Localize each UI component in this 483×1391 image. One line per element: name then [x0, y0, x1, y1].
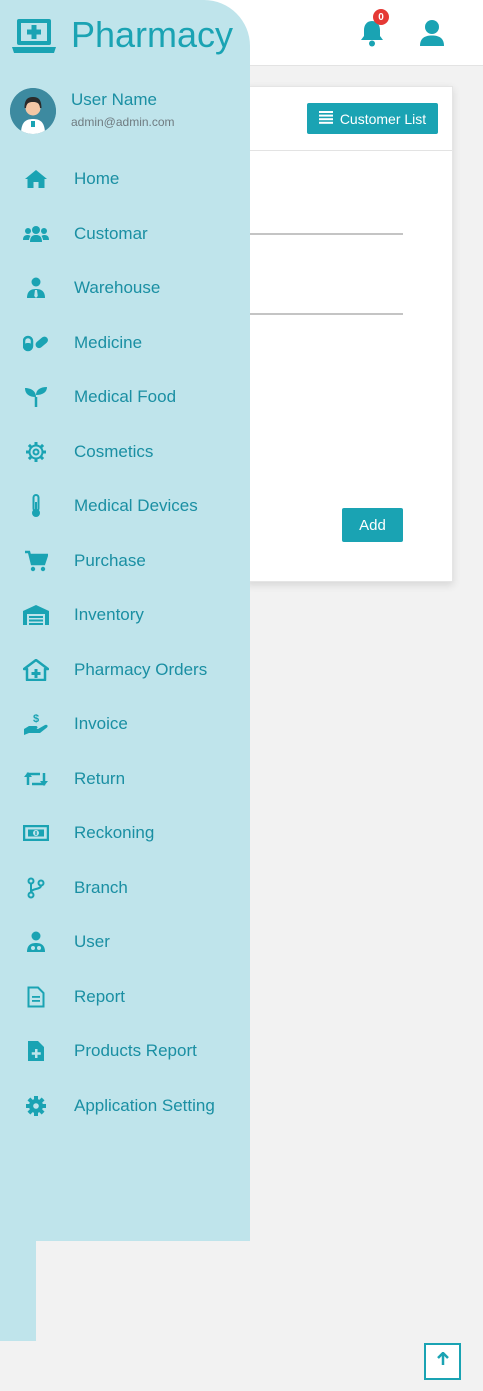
sidebar-item-invoice[interactable]: $ Invoice — [0, 697, 250, 752]
sidebar-item-label: Branch — [74, 877, 128, 897]
sidebar-item-label: Home — [74, 169, 120, 189]
sidebar-item-report[interactable]: Report — [0, 970, 250, 1025]
sidebar-extension — [0, 1241, 36, 1341]
sidebar-item-purchase[interactable]: Purchase — [0, 534, 250, 589]
sidebar-item-pharmacy-orders[interactable]: Pharmacy Orders — [0, 643, 250, 698]
sidebar-item-label: Reckoning — [74, 823, 155, 843]
sidebar-item-label: Invoice — [74, 714, 128, 734]
thermometer-icon — [23, 494, 49, 518]
notification-count-badge: 0 — [373, 9, 389, 25]
hand-dollar-icon: $ — [23, 712, 49, 736]
sidebar-item-application-setting[interactable]: Application Setting — [0, 1079, 250, 1134]
sidebar-menu: Home Customar Warehouse Medicine Medical… — [0, 152, 250, 1133]
sidebar-item-label: Customar — [74, 223, 148, 243]
sidebar: Pharmacy User Name admin@admin.com Home … — [0, 0, 250, 1241]
user-doctor-icon — [23, 930, 49, 954]
sidebar-item-label: Return — [74, 768, 126, 788]
scroll-to-top-button[interactable] — [424, 1343, 461, 1380]
sidebar-item-customar[interactable]: Customar — [0, 207, 250, 262]
customer-list-label: Customer List — [339, 110, 427, 127]
sidebar-item-label: Medicine — [74, 332, 143, 352]
file-text-icon — [23, 985, 49, 1009]
cog-icon — [23, 440, 49, 464]
money-bill-icon — [23, 821, 49, 845]
pills-icon — [23, 331, 49, 355]
cart-icon — [23, 549, 49, 573]
sidebar-item-medicine[interactable]: Medicine — [0, 316, 250, 371]
form-field-underline[interactable] — [247, 233, 403, 235]
svg-text:$: $ — [33, 713, 39, 725]
sidebar-item-inventory[interactable]: Inventory — [0, 588, 250, 643]
warehouse-icon — [23, 603, 49, 627]
sidebar-item-label: Products Report — [74, 1041, 197, 1061]
medical-laptop-icon — [12, 17, 56, 55]
arrow-up-icon — [436, 1351, 450, 1371]
user-tie-icon — [23, 276, 49, 300]
user-profile-icon[interactable] — [419, 19, 445, 47]
add-button[interactable]: Add — [342, 508, 403, 542]
sidebar-item-label: Report — [74, 986, 126, 1006]
sidebar-item-return[interactable]: Return — [0, 752, 250, 807]
clinic-icon — [23, 658, 49, 682]
user-name: User Name — [71, 90, 157, 109]
avatar — [10, 88, 56, 134]
sidebar-item-warehouse[interactable]: Warehouse — [0, 261, 250, 316]
users-icon — [23, 222, 49, 246]
code-branch-icon — [23, 876, 49, 900]
home-icon — [23, 167, 49, 191]
sidebar-item-products-report[interactable]: Products Report — [0, 1024, 250, 1079]
sidebar-item-label: Application Setting — [74, 1095, 215, 1115]
settings-icon — [23, 1094, 49, 1118]
seedling-icon — [23, 385, 49, 409]
user-email: admin@admin.com — [71, 115, 175, 129]
sidebar-item-label: User — [74, 932, 110, 952]
sidebar-item-medical-food[interactable]: Medical Food — [0, 370, 250, 425]
sidebar-item-label: Cosmetics — [74, 441, 154, 461]
sidebar-item-branch[interactable]: Branch — [0, 861, 250, 916]
customer-list-button[interactable]: Customer List — [307, 103, 438, 134]
sidebar-item-medical-devices[interactable]: Medical Devices — [0, 479, 250, 534]
sidebar-item-label: Medical Devices — [74, 496, 198, 516]
sidebar-item-label: Medical Food — [74, 387, 177, 407]
file-plus-icon — [23, 1039, 49, 1063]
sidebar-item-cosmetics[interactable]: Cosmetics — [0, 425, 250, 480]
retweet-icon — [23, 767, 49, 791]
sidebar-item-home[interactable]: Home — [0, 152, 250, 207]
sidebar-item-label: Purchase — [74, 550, 146, 570]
sidebar-item-label: Pharmacy Orders — [74, 659, 208, 679]
sidebar-item-label: Inventory — [74, 605, 144, 625]
sidebar-item-user[interactable]: User — [0, 915, 250, 970]
sidebar-item-reckoning[interactable]: Reckoning — [0, 806, 250, 861]
list-icon — [318, 110, 333, 127]
card-header: Customer List — [247, 87, 452, 151]
form-field-underline[interactable] — [247, 313, 403, 315]
customer-form-card: Customer List Add — [246, 86, 453, 582]
brand-title: Pharmacy — [71, 14, 234, 55]
sidebar-item-label: Warehouse — [74, 278, 161, 298]
